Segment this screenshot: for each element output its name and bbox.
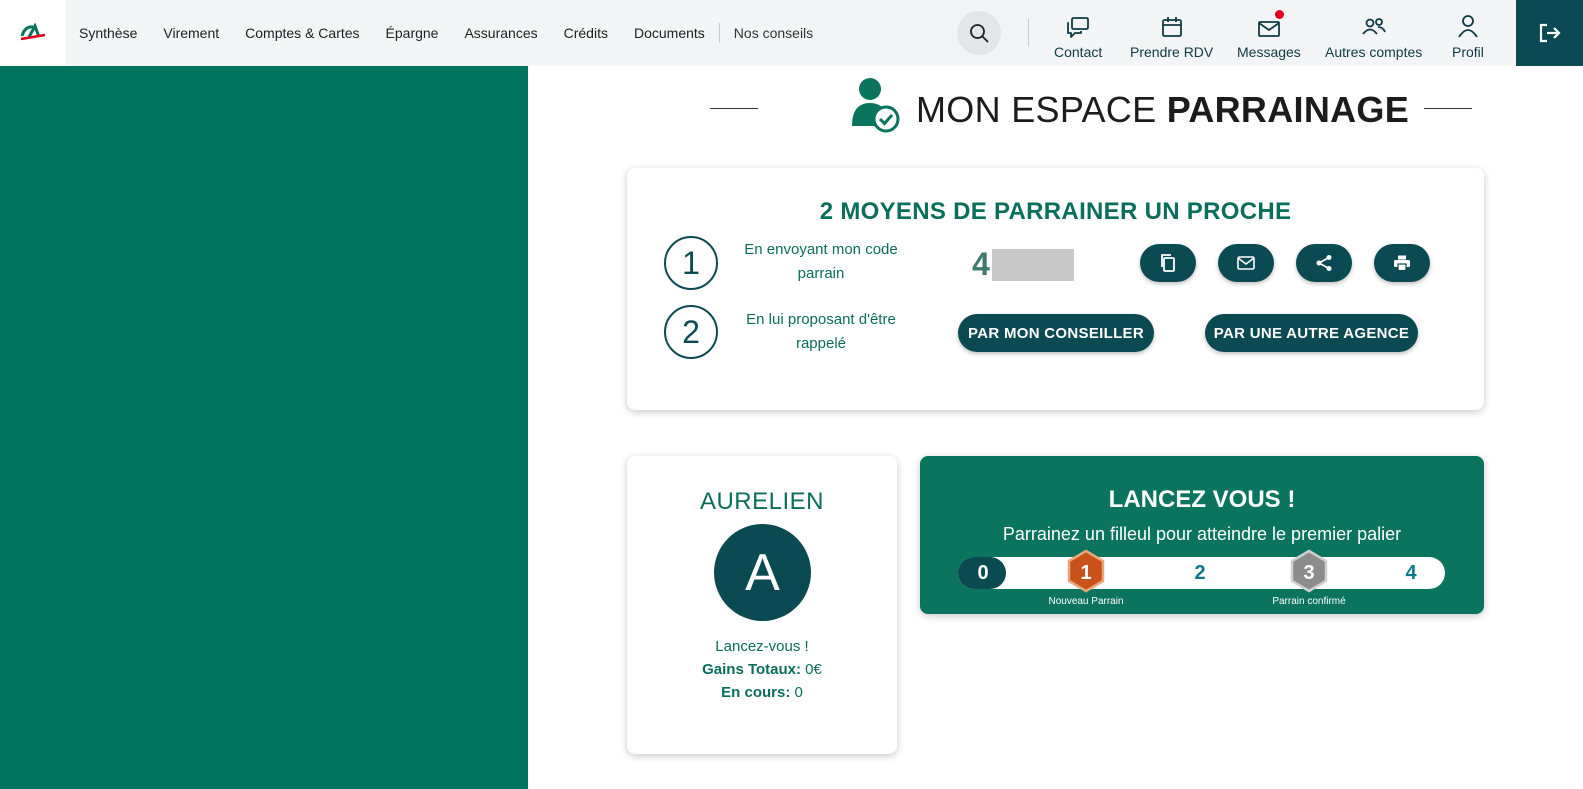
progress-title: LANCEZ VOUS ! xyxy=(1108,486,1296,513)
print-icon xyxy=(1394,255,1410,271)
progress-step-0: 0 xyxy=(977,561,989,584)
nav-comptes-cartes[interactable]: Comptes & Cartes xyxy=(245,25,359,41)
pending-value: 0 xyxy=(790,684,803,701)
logout-button[interactable] xyxy=(1516,0,1583,66)
progress-step-1: 1 xyxy=(1080,561,1092,584)
rdv-button[interactable]: Prendre RDV xyxy=(1130,8,1213,60)
referral-user-icon xyxy=(852,78,900,133)
step-1-badge: 1 xyxy=(664,236,718,290)
step-1-text: En envoyant mon code parrain xyxy=(744,241,898,282)
step-2-badge: 2 xyxy=(664,305,718,359)
email-code-button[interactable] xyxy=(1218,244,1274,282)
nav-nos-conseils[interactable]: Nos conseils xyxy=(734,25,813,41)
copy-code-button[interactable] xyxy=(1140,244,1196,282)
badge-1-label: Nouveau Parrain xyxy=(1048,596,1124,607)
progress-card: LANCEZ VOUS ! Parrainez un filleul pour … xyxy=(920,456,1484,614)
top-bar: Synthèse Virement Comptes & Cartes Éparg… xyxy=(0,0,1583,66)
progress-step-4: 4 xyxy=(1405,561,1417,584)
other-branch-callback-button[interactable]: PAR UNE AUTRE AGENCE xyxy=(1205,314,1418,352)
referral-methods-card: 2 MOYENS DE PARRAINER UN PROCHE 1 En env… xyxy=(627,168,1484,410)
main-nav: Synthèse Virement Comptes & Cartes Éparg… xyxy=(79,0,813,66)
autres-comptes-button[interactable]: Autres comptes xyxy=(1325,8,1422,60)
nav-epargne[interactable]: Épargne xyxy=(386,25,439,41)
progress-step-2: 2 xyxy=(1194,561,1206,584)
notification-dot xyxy=(1275,10,1284,19)
toolbar-divider xyxy=(1028,19,1029,47)
referral-code: 4 xyxy=(972,246,1074,283)
badge-3-label: Parrain confirmé xyxy=(1272,596,1346,607)
copy-icon xyxy=(1161,254,1175,272)
calendar-icon xyxy=(1161,17,1182,37)
autres-comptes-label: Autres comptes xyxy=(1325,44,1423,60)
pending-count: En cours: 0 xyxy=(627,684,897,701)
rdv-label: Prendre RDV xyxy=(1130,44,1214,60)
profile-tagline: Lancez-vous ! xyxy=(715,638,809,655)
profil-button[interactable]: Profil xyxy=(1452,8,1484,60)
progress-step-3: 3 xyxy=(1303,561,1315,584)
nav-assurances[interactable]: Assurances xyxy=(464,25,537,41)
profil-label: Profil xyxy=(1452,44,1484,60)
contact-label: Contact xyxy=(1054,44,1103,60)
total-gains-label: Gains Totaux: xyxy=(702,661,802,678)
mail-icon xyxy=(1237,256,1255,270)
left-decorative-panel xyxy=(0,66,528,789)
profile-name: AURELIEN xyxy=(699,488,825,515)
nav-synthese[interactable]: Synthèse xyxy=(79,25,137,41)
contact-button[interactable]: Contact xyxy=(1054,8,1102,60)
page-title-bold: PARRAINAGE xyxy=(1166,89,1410,130)
title-left-rule xyxy=(710,108,758,109)
nav-credits[interactable]: Crédits xyxy=(564,25,608,41)
referral-code-visible: 4 xyxy=(972,246,990,282)
users-icon xyxy=(1361,18,1386,35)
nav-documents[interactable]: Documents xyxy=(634,25,705,41)
pending-label: En cours: xyxy=(721,684,791,701)
print-code-button[interactable] xyxy=(1374,244,1430,282)
referral-methods-title: 2 MOYENS DE PARRAINER UN PROCHE xyxy=(819,198,1292,225)
mail-icon xyxy=(1258,21,1280,37)
page-title: MON ESPACE PARRAINAGE xyxy=(916,89,1409,131)
logo-icon xyxy=(20,23,45,41)
page-title-light: MON ESPACE xyxy=(916,89,1167,130)
nav-virement[interactable]: Virement xyxy=(163,25,219,41)
share-icon xyxy=(1316,255,1332,271)
logout-icon xyxy=(1539,23,1561,43)
step-2-text: En lui proposant d'être rappelé xyxy=(746,311,896,352)
total-gains: Gains Totaux: 0€ xyxy=(627,661,897,678)
bank-logo[interactable] xyxy=(0,0,65,66)
search-icon xyxy=(970,24,989,43)
total-gains-value: 0€ xyxy=(801,661,822,678)
messages-button[interactable]: Messages xyxy=(1237,8,1301,60)
chat-icon xyxy=(1067,17,1090,38)
nav-divider xyxy=(718,23,720,43)
user-icon xyxy=(1458,15,1478,38)
messages-label: Messages xyxy=(1237,44,1301,60)
progress-subtitle: Parrainez un filleul pour atteindre le p… xyxy=(1002,524,1402,544)
page-title-block: MON ESPACE PARRAINAGE xyxy=(710,76,1472,136)
avatar: A xyxy=(714,524,811,621)
search-button[interactable] xyxy=(957,11,1001,55)
title-right-rule xyxy=(1424,108,1472,109)
sponsor-profile-card: AURELIEN A Lancez-vous ! Gains Totaux: 0… xyxy=(627,456,897,754)
progress-track: 0 1 2 3 4 xyxy=(958,549,1445,593)
advisor-callback-button[interactable]: PAR MON CONSEILLER xyxy=(958,314,1154,352)
share-code-button[interactable] xyxy=(1296,244,1352,282)
referral-code-mask xyxy=(991,248,1074,281)
